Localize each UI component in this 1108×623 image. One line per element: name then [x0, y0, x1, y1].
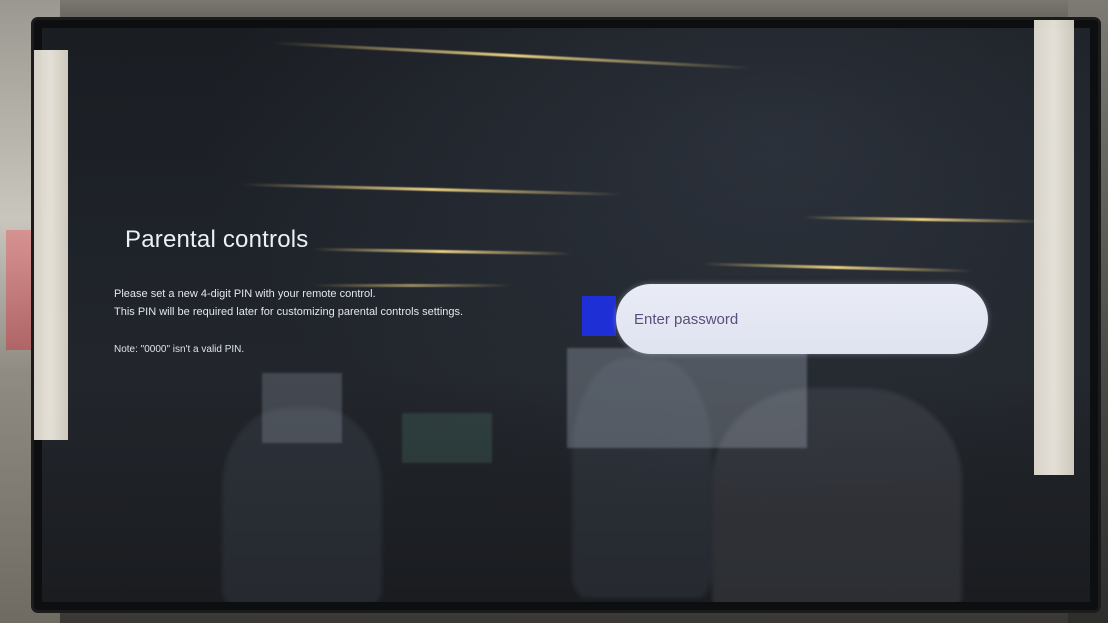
focus-indicator: [582, 296, 616, 336]
password-input[interactable]: [616, 284, 988, 354]
instruction-line-2: This PIN will be required later for cust…: [114, 306, 464, 318]
window-reflection: [567, 348, 807, 448]
instruction-text: Please set a new 4-digit PIN with your r…: [114, 285, 463, 321]
page-title: Parental controls: [125, 226, 309, 253]
protective-tape-right: [1034, 20, 1074, 475]
monitor-reflection: [402, 413, 492, 463]
pin-note: Note: "0000" isn't a valid PIN.: [114, 344, 245, 355]
light-reflection: [801, 215, 1043, 224]
instruction-line-1: Please set a new 4-digit PIN with your r…: [114, 288, 376, 300]
protective-tape-left: [34, 50, 68, 440]
monitor-reflection: [262, 373, 342, 443]
light-reflection: [702, 262, 972, 273]
light-reflection: [272, 41, 752, 70]
light-reflection: [311, 247, 573, 256]
tv-frame: Parental controls Please set a new 4-dig…: [34, 20, 1098, 610]
light-reflection: [242, 183, 622, 196]
tv-screen: Parental controls Please set a new 4-dig…: [42, 28, 1090, 602]
